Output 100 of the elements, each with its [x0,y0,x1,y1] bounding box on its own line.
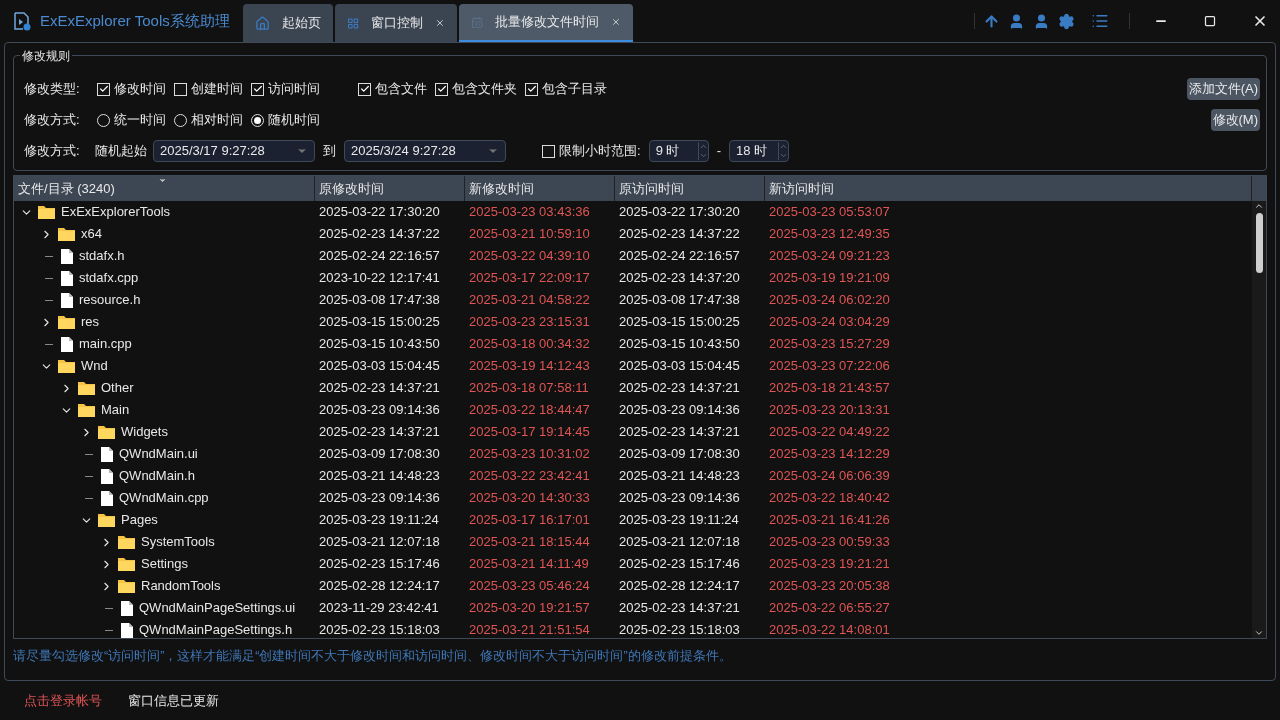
file-name: Wnd [81,357,108,376]
scroll-up-icon[interactable] [1254,201,1264,211]
folder-icon [118,557,135,571]
time-cell-text: 2025-03-21 14:48:23 [318,467,441,486]
checkbox-label: 包含文件夹 [452,80,517,99]
menu-icon[interactable] [1091,12,1109,30]
scrollbar[interactable] [1252,201,1266,638]
tree-row[interactable]: Settings 2025-02-23 15:17:46 2025-03-21 14:11:49 2025-02-23 15:17:46 2025-03-23 19:21:21 [14,553,1252,575]
tree-row[interactable]: Wnd 2025-03-03 15:04:45 2025-03-19 14:12:43 2025-03-03 15:04:45 2025-03-23 07:22:06 [14,355,1252,377]
folder-icon [38,205,55,219]
settings-icon[interactable] [1058,12,1075,30]
checkbox[interactable] [435,82,448,96]
tab-icon [347,15,360,31]
file-name: Settings [141,555,188,574]
tree-row[interactable]: stdafx.cpp 2023-10-22 12:17:41 2025-03-17 22:09:17 2025-02-23 14:37:20 2025-03-19 19:21:09 [14,267,1252,289]
time-cell-text: 2025-03-20 14:30:33 [468,489,591,508]
tab[interactable]: 窗口控制 [335,4,457,42]
checkbox[interactable] [542,144,555,158]
column-header[interactable]: 原修改时间 [315,176,465,201]
field-label: 修改类型: [24,80,81,99]
checkbox-label: 访问时间 [268,80,320,99]
tree-row[interactable]: ExExExplorerTools 2025-03-22 17:30:20 2025-03-23 03:43:36 2025-03-22 17:30:20 2025-03-23 05:53:07 [14,201,1252,223]
file-name: stdafx.h [79,247,125,266]
time-cell-text: 2025-03-15 10:43:50 [318,335,441,354]
tree-row[interactable]: QWndMain.ui 2025-03-09 17:08:30 2025-03-23 10:31:02 2025-03-09 17:08:30 2025-03-23 14:12:29 [14,443,1252,465]
checkbox[interactable] [251,82,264,96]
time-cell-text: 2025-03-22 18:40:42 [768,489,891,508]
time-cell-text: 2025-03-23 09:14:36 [318,489,441,508]
time-cell-text: 2025-03-24 06:02:20 [768,291,891,310]
file-icon [61,336,73,352]
tree-row[interactable]: RandomTools 2025-02-28 12:24:17 2025-03-23 05:46:24 2025-02-28 12:24:17 2025-03-23 20:05:38 [14,575,1252,597]
tab[interactable]: 批量修改文件时间 [459,4,633,42]
scrollbar-thumb[interactable] [1255,213,1263,273]
checkbox[interactable] [174,82,187,96]
tree-row[interactable]: Other 2025-02-23 14:37:21 2025-03-18 07:58:11 2025-02-23 14:37:21 2025-03-18 21:43:57 [14,377,1252,399]
time-cell-text: 2025-02-23 14:37:22 [618,225,741,244]
column-header[interactable]: 新修改时间 [465,176,615,201]
time-cell-text: 2025-03-23 09:14:36 [618,489,741,508]
maximize-icon[interactable] [1204,15,1216,27]
file-name: QWndMainPageSettings.ui [139,599,296,618]
time-cell-text: 2025-02-24 22:16:57 [318,247,441,266]
time-cell-text: 2025-03-23 20:13:31 [768,401,891,420]
time-cell-text: 2025-03-23 19:11:24 [618,511,740,530]
time-cell-text: 2025-03-15 10:43:50 [618,335,741,354]
tree-row[interactable]: QWndMainPageSettings.ui 2023-11-29 23:42:41 2025-03-20 19:21:57 2025-02-23 14:37:21 2025-03-22 06:55:27 [14,597,1252,619]
checkbox-label: 包含文件 [375,80,427,99]
time-cell-text: 2025-03-23 12:49:35 [768,225,891,244]
time-cell-text: 2025-03-23 23:15:31 [468,313,591,332]
tree-row[interactable]: resource.h 2025-03-08 17:47:38 2025-03-21 04:58:22 2025-03-08 17:47:38 2025-03-24 06:02:20 [14,289,1252,311]
tree-row[interactable]: SystemTools 2025-03-21 12:07:18 2025-03-21 18:15:44 2025-03-21 12:07:18 2025-03-23 00:59:33 [14,531,1252,553]
time-cell-text: 2025-03-19 14:12:43 [468,357,591,376]
time-cell-text: 2025-02-28 12:24:17 [318,577,441,596]
tree-row[interactable]: main.cpp 2025-03-15 10:43:50 2025-03-18 00:34:32 2025-03-15 10:43:50 2025-03-23 15:27:29 [14,333,1252,355]
checkbox[interactable] [97,82,110,96]
time-cell-text: 2025-03-24 09:21:23 [768,247,891,266]
scroll-down-icon[interactable] [1254,628,1264,638]
tree-row[interactable]: res 2025-03-15 15:00:25 2025-03-23 23:15:31 2025-03-15 15:00:25 2025-03-24 03:04:29 [14,311,1252,333]
tree-row[interactable]: Pages 2025-03-23 19:11:24 2025-03-17 16:17:01 2025-03-23 19:11:24 2025-03-21 16:41:26 [14,509,1252,531]
checkbox[interactable] [525,82,538,96]
tab[interactable]: 起始页 [243,4,333,42]
field-label: 修改方式: [24,111,81,130]
checkbox-label: 限制小时范围: [559,142,641,161]
add-file-button[interactable]: 添加文件(A) [1186,78,1260,100]
modify-button[interactable]: 修改(M) [1210,109,1260,131]
checkbox[interactable] [358,82,371,96]
tree-row[interactable]: QWndMain.h 2025-03-21 14:48:23 2025-03-22 23:42:41 2025-03-21 14:48:23 2025-03-24 06:06:39 [14,465,1252,487]
tree-row[interactable]: stdafx.h 2025-02-24 22:16:57 2025-03-22 04:39:10 2025-02-24 22:16:57 2025-03-24 09:21:23 [14,245,1252,267]
time-cell-text: 2023-10-22 12:17:41 [318,269,441,288]
time-cell-text: 2025-03-23 10:31:02 [468,445,591,464]
upload-icon[interactable] [983,12,1000,30]
folder-icon [118,535,135,549]
tree-row[interactable]: QWndMainPageSettings.h 2025-02-23 15:18:03 2025-03-21 21:51:54 2025-02-23 15:18:03 2025-03-22 14:08:01 [14,619,1252,638]
close-icon[interactable] [1252,13,1268,29]
time-cell-text: 2025-03-23 20:05:38 [768,577,891,596]
time-cell-text: 2025-03-21 10:59:10 [468,225,591,244]
date-dropdown[interactable]: 2025/3/17 9:27:28 [153,140,315,162]
login-link[interactable]: 点击登录帐号 [24,690,102,711]
column-header[interactable]: 原访问时间 [615,176,765,201]
time-cell-text: 2025-03-23 00:59:33 [768,533,891,552]
folder-icon [78,403,95,417]
tree-row[interactable]: Widgets 2025-02-23 14:37:21 2025-03-17 19:14:45 2025-02-23 14:37:21 2025-03-22 04:49:22 [14,421,1252,443]
folder-icon [58,315,75,329]
file-icon [61,292,73,308]
radio-label: 相对时间 [191,111,243,130]
time-cell-text: 2025-03-17 19:14:45 [468,423,591,442]
file-name: x64 [81,225,102,244]
person-icon[interactable] [1033,12,1050,30]
time-cell-text: 2025-03-21 16:41:26 [768,511,891,530]
file-name: Other [101,379,134,398]
tree-row[interactable]: x64 2025-02-23 14:37:22 2025-03-21 10:59:10 2025-02-23 14:37:22 2025-03-23 12:49:35 [14,223,1252,245]
time-cell-text: 2025-03-22 04:49:22 [768,423,891,442]
file-name: Main [101,401,130,420]
time-cell-text: 2025-03-22 14:08:01 [768,621,891,638]
time-cell-text: 2025-03-15 15:00:25 [618,313,741,332]
time-cell-text: 2025-03-09 17:08:30 [618,445,741,464]
tree-row[interactable]: QWndMain.cpp 2025-03-23 09:14:36 2025-03-20 14:30:33 2025-03-23 09:14:36 2025-03-22 18:40:42 [14,487,1252,509]
tree-row[interactable]: Main 2025-03-23 09:14:36 2025-03-22 18:44:47 2025-03-23 09:14:36 2025-03-23 20:13:31 [14,399,1252,421]
date-dropdown[interactable]: 2025/3/24 9:27:28 [344,140,506,162]
time-cell-text: 2025-03-03 15:04:45 [618,357,741,376]
user-icon[interactable] [1008,12,1025,30]
